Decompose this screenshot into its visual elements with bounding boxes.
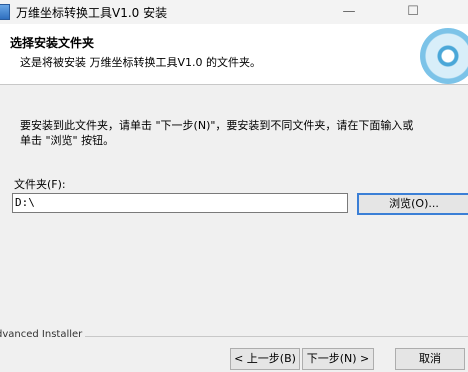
disc-icon xyxy=(420,28,468,84)
back-button[interactable]: < 上一步(B) xyxy=(230,348,300,370)
minimize-button[interactable]: — xyxy=(326,0,372,24)
window-title: 万维坐标转换工具V1.0 安装 xyxy=(16,6,168,20)
title-bar: 万维坐标转换工具V1.0 安装 — ☐ xyxy=(0,0,468,24)
browse-button[interactable]: 浏览(O)... xyxy=(357,193,468,215)
close-button[interactable] xyxy=(450,0,468,24)
cancel-button[interactable]: 取消 xyxy=(395,348,465,370)
next-button[interactable]: 下一步(N) > xyxy=(302,348,374,370)
page-title: 选择安装文件夹 xyxy=(10,36,95,50)
folder-input[interactable]: D:\ xyxy=(12,193,348,213)
wizard-header: 选择安装文件夹 这是将被安装 万维坐标转换工具V1.0 的文件夹。 xyxy=(0,24,468,85)
installer-icon xyxy=(0,4,10,20)
instruction-line-2: 单击 "浏览" 按钮。 xyxy=(20,134,115,147)
footer-divider xyxy=(85,336,468,337)
brand-label: dvanced Installer xyxy=(0,329,83,340)
maximize-button[interactable]: ☐ xyxy=(390,0,436,24)
page-subtitle: 这是将被安装 万维坐标转换工具V1.0 的文件夹。 xyxy=(20,56,262,69)
instruction-text: 要安装到此文件夹，请单击 "下一步(N)"，要安装到不同文件夹，请在下面输入或 … xyxy=(20,118,460,148)
instruction-line-1: 要安装到此文件夹，请单击 "下一步(N)"，要安装到不同文件夹，请在下面输入或 xyxy=(20,119,414,132)
folder-label: 文件夹(F): xyxy=(14,178,66,191)
